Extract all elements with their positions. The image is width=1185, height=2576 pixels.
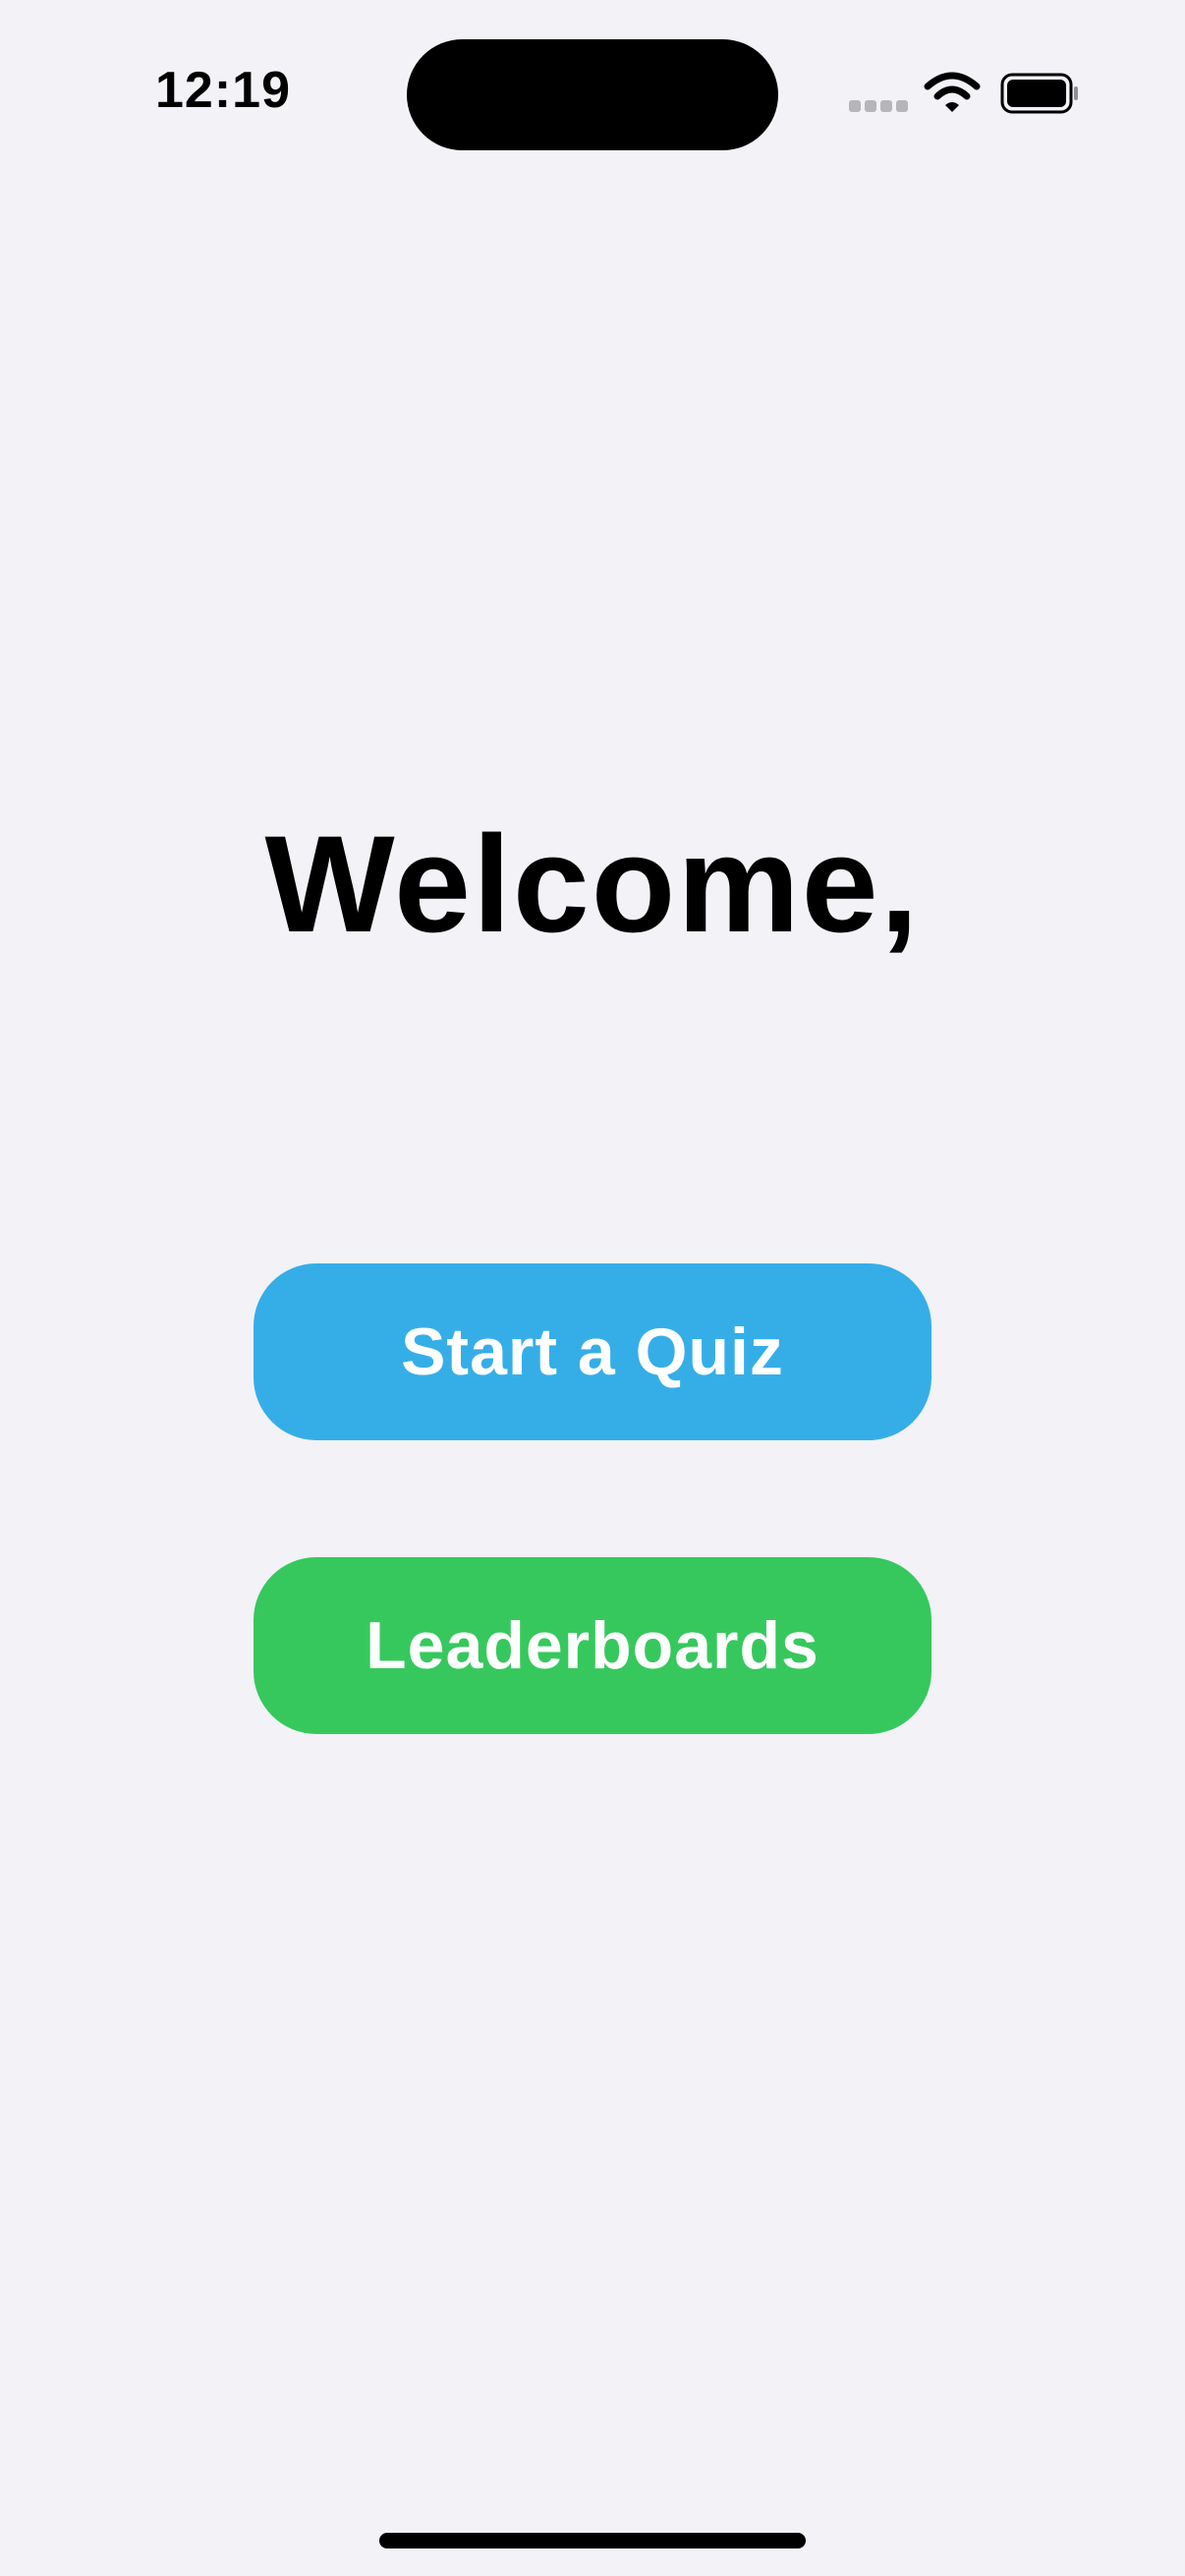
leaderboards-button[interactable]: Leaderboards — [254, 1557, 931, 1734]
home-indicator[interactable] — [379, 2533, 806, 2548]
cellular-signal-icon — [849, 100, 908, 112]
battery-icon — [1000, 73, 1079, 114]
leaderboards-button-label: Leaderboards — [366, 1608, 819, 1683]
status-time: 12:19 — [155, 62, 291, 119]
start-quiz-button-label: Start a Quiz — [401, 1315, 784, 1389]
wifi-icon — [924, 71, 981, 114]
start-quiz-button[interactable]: Start a Quiz — [254, 1263, 931, 1440]
status-bar: 12:19 — [0, 0, 1185, 196]
welcome-title: Welcome, — [264, 807, 921, 961]
dynamic-island — [407, 39, 778, 150]
